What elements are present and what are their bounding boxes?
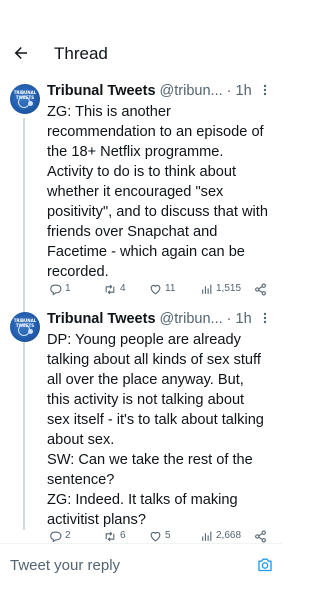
retweet-count: 6: [120, 530, 126, 541]
views-bar-chart-icon: [202, 531, 212, 541]
reply-icon: [50, 284, 62, 295]
timestamp[interactable]: 1h: [236, 83, 252, 99]
tweet-actions: 1 4 11 1,515: [47, 282, 275, 298]
more-options-button[interactable]: [259, 84, 271, 98]
reply-input[interactable]: [10, 554, 230, 576]
more-vertical-icon: [263, 312, 267, 324]
like-count: 11: [165, 283, 176, 294]
reply-button[interactable]: 1: [49, 282, 71, 296]
tweet[interactable]: TRIBUNAL TWEETS Tribunal Tweets @tribun.…: [0, 82, 282, 297]
retweet-count: 4: [120, 283, 126, 294]
camera-icon: [258, 558, 272, 571]
like-button[interactable]: 11: [149, 282, 175, 296]
tweet-text: DP: Young people are already talking abo…: [47, 332, 264, 528]
more-vertical-icon: [263, 84, 267, 96]
author-handle[interactable]: @tribun...: [160, 83, 223, 99]
share-icon: [255, 283, 266, 295]
reply-composer: [0, 543, 282, 601]
reply-count: 2: [65, 530, 71, 541]
thread-header: Thread: [0, 0, 282, 72]
share-button[interactable]: [254, 282, 267, 296]
separator: ·: [226, 311, 232, 327]
timestamp[interactable]: 1h: [236, 311, 252, 327]
camera-button[interactable]: [256, 555, 274, 573]
share-icon: [255, 530, 266, 542]
tweet-header: Tribunal Tweets @tribun... · 1h: [47, 310, 277, 328]
page-title: Thread: [54, 44, 108, 63]
avatar[interactable]: TRIBUNAL TWEETS: [10, 312, 40, 342]
tweet[interactable]: TRIBUNAL TWEETS Tribunal Tweets @tribun.…: [0, 310, 282, 545]
back-button[interactable]: [10, 42, 32, 64]
tweet-text: ZG: This is another recommendation to an…: [47, 104, 268, 280]
avatar[interactable]: TRIBUNAL TWEETS: [10, 84, 40, 114]
author-name[interactable]: Tribunal Tweets: [47, 83, 156, 99]
author-handle[interactable]: @tribun...: [160, 311, 223, 327]
view-count: 1,515: [216, 283, 242, 294]
like-count: 5: [165, 530, 171, 541]
views-button[interactable]: 2,668: [200, 529, 241, 543]
retweet-icon: [105, 284, 115, 294]
retweet-icon: [105, 531, 115, 541]
arrow-left-icon: [14, 47, 27, 59]
heart-icon: [150, 531, 161, 541]
tweet-header: Tribunal Tweets @tribun... · 1h: [47, 82, 277, 100]
reply-button[interactable]: 2: [49, 529, 71, 543]
views-bar-chart-icon: [202, 284, 212, 294]
separator: ·: [226, 83, 232, 99]
more-options-button[interactable]: [259, 312, 271, 326]
reply-count: 1: [65, 283, 71, 294]
views-button[interactable]: 1,515: [200, 282, 241, 296]
reply-icon: [50, 531, 62, 542]
retweet-button[interactable]: 6: [103, 529, 126, 543]
share-button[interactable]: [254, 529, 267, 543]
view-count: 2,668: [216, 530, 242, 541]
heart-icon: [150, 284, 161, 294]
like-button[interactable]: 5: [149, 529, 171, 543]
author-name[interactable]: Tribunal Tweets: [47, 311, 156, 327]
retweet-button[interactable]: 4: [103, 282, 126, 296]
